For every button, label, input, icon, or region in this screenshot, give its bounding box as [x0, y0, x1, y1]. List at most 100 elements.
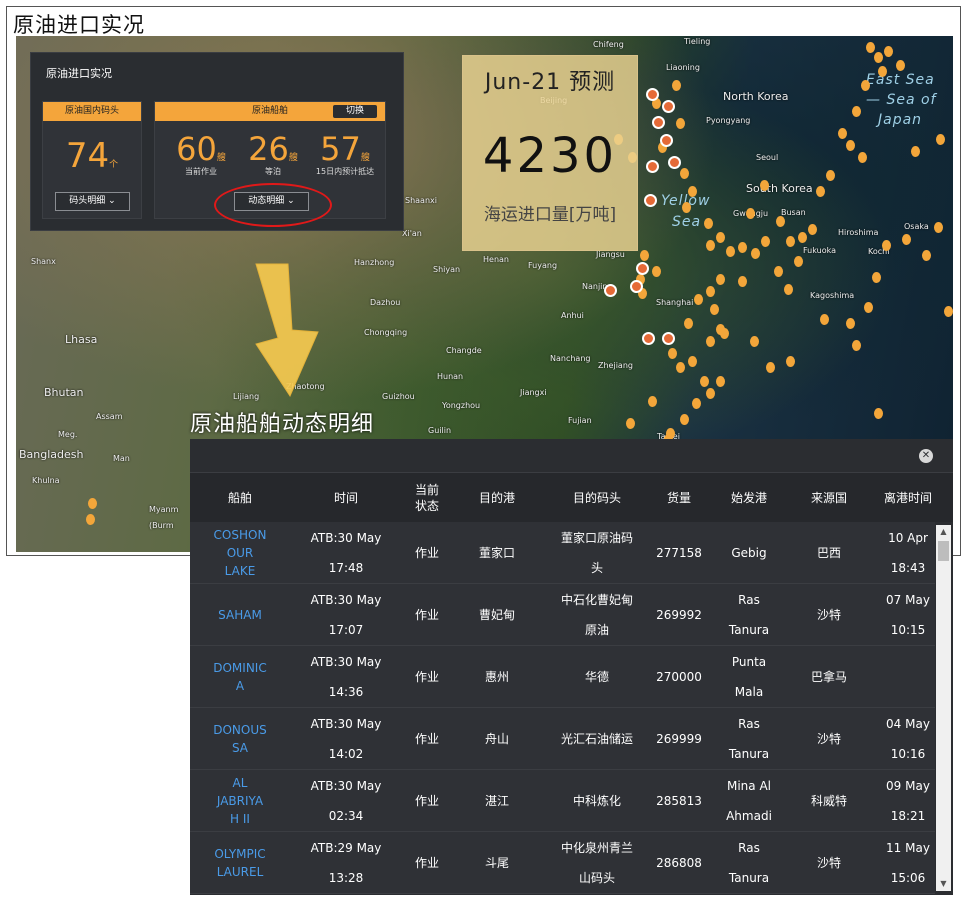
- ship-marker[interactable]: [652, 266, 661, 277]
- ship-marker[interactable]: [746, 208, 755, 219]
- ship-marker[interactable]: [706, 286, 715, 297]
- scroll-thumb[interactable]: [938, 541, 949, 561]
- ship-marker[interactable]: [676, 118, 685, 129]
- ship-marker[interactable]: [676, 362, 685, 373]
- ship-marker[interactable]: [858, 152, 867, 163]
- ship-marker[interactable]: [716, 232, 725, 243]
- ship-marker[interactable]: [684, 318, 693, 329]
- port-pin[interactable]: [646, 160, 659, 173]
- ship-marker[interactable]: [786, 236, 795, 247]
- ship-name[interactable]: DOMINIC A: [190, 646, 290, 708]
- ship-marker[interactable]: [720, 328, 729, 339]
- port-pin[interactable]: [646, 88, 659, 101]
- ship-marker[interactable]: [882, 240, 891, 251]
- ship-marker[interactable]: [936, 134, 945, 145]
- port-pin[interactable]: [668, 156, 681, 169]
- port-pin[interactable]: [652, 116, 665, 129]
- ship-marker[interactable]: [934, 222, 943, 233]
- ship-name[interactable]: AL JABRIYA H II: [190, 770, 290, 832]
- scroll-down-icon[interactable]: ▼: [936, 877, 951, 891]
- ship-marker[interactable]: [682, 202, 691, 213]
- ship-marker[interactable]: [751, 248, 760, 259]
- ship-marker[interactable]: [680, 414, 689, 425]
- ship-marker[interactable]: [738, 242, 747, 253]
- ship-marker[interactable]: [694, 294, 703, 305]
- ship-marker[interactable]: [716, 376, 725, 387]
- ship-marker[interactable]: [692, 398, 701, 409]
- table-row[interactable]: DONOUS SA ATB:30 May 14:02 作业 舟山 光汇石油储运 26999…: [190, 708, 935, 770]
- ship-marker[interactable]: [866, 42, 875, 53]
- close-icon[interactable]: ✕: [919, 449, 933, 463]
- ship-marker[interactable]: [874, 408, 883, 419]
- table-row[interactable]: AL JABRIYA H II ATB:30 May 02:34 作业 湛江 中科炼化 2…: [190, 770, 935, 832]
- ship-marker[interactable]: [846, 318, 855, 329]
- ship-marker[interactable]: [706, 240, 715, 251]
- ship-marker[interactable]: [774, 266, 783, 277]
- ship-marker[interactable]: [922, 250, 931, 261]
- ship-marker[interactable]: [766, 362, 775, 373]
- ship-marker[interactable]: [794, 256, 803, 267]
- table-row[interactable]: OLYMPIC LAUREL ATB:29 May 13:28 作业 斗尾 中化泉州青兰…: [190, 832, 935, 894]
- terminal-detail-dropdown[interactable]: 码头明细 ⌄: [55, 192, 130, 211]
- ship-marker[interactable]: [672, 80, 681, 91]
- scrollbar[interactable]: ▲ ▼: [936, 525, 951, 891]
- ship-marker[interactable]: [704, 218, 713, 229]
- ship-name[interactable]: SAHAM: [190, 584, 290, 646]
- table-row[interactable]: DOMINIC A ATB:30 May 14:36 作业 惠州 华德 270000 Pun…: [190, 646, 935, 708]
- port-pin[interactable]: [644, 194, 657, 207]
- ship-name[interactable]: DONOUS SA: [190, 708, 290, 770]
- ship-marker[interactable]: [846, 140, 855, 151]
- ship-marker[interactable]: [864, 302, 873, 313]
- ship-marker[interactable]: [786, 356, 795, 367]
- ship-marker[interactable]: [706, 336, 715, 347]
- ship-marker[interactable]: [710, 304, 719, 315]
- ship-marker[interactable]: [911, 146, 920, 157]
- port-pin[interactable]: [636, 262, 649, 275]
- ship-marker[interactable]: [648, 396, 657, 407]
- port-pin[interactable]: [662, 100, 675, 113]
- ship-marker[interactable]: [784, 284, 793, 295]
- ship-marker[interactable]: [808, 224, 817, 235]
- table-body[interactable]: COSHON OUR LAKE ATB:30 May 17:48 作业 董家口 董家口原…: [190, 522, 935, 895]
- port-pin[interactable]: [642, 332, 655, 345]
- ship-marker[interactable]: [874, 52, 883, 63]
- ship-marker[interactable]: [738, 276, 747, 287]
- ship-marker[interactable]: [826, 170, 835, 181]
- ship-marker[interactable]: [902, 234, 911, 245]
- ship-marker[interactable]: [716, 274, 725, 285]
- ship-name[interactable]: OLYMPIC LAUREL: [190, 832, 290, 894]
- ship-marker[interactable]: [680, 168, 689, 179]
- ship-marker[interactable]: [88, 498, 97, 509]
- ship-marker[interactable]: [706, 388, 715, 399]
- switch-button[interactable]: 切换: [333, 105, 377, 118]
- ship-marker[interactable]: [640, 250, 649, 261]
- ship-marker[interactable]: [798, 232, 807, 243]
- scroll-up-icon[interactable]: ▲: [936, 525, 951, 539]
- ship-marker[interactable]: [776, 216, 785, 227]
- ship-marker[interactable]: [760, 180, 769, 191]
- ship-marker[interactable]: [884, 46, 893, 57]
- ship-marker[interactable]: [816, 186, 825, 197]
- port-pin[interactable]: [604, 284, 617, 297]
- table-row[interactable]: COSHON OUR LAKE ATB:30 May 17:48 作业 董家口 董家口原…: [190, 522, 935, 584]
- ship-marker[interactable]: [872, 272, 881, 283]
- ship-marker[interactable]: [852, 340, 861, 351]
- ship-marker[interactable]: [688, 356, 697, 367]
- ship-marker[interactable]: [878, 66, 887, 77]
- ship-marker[interactable]: [861, 80, 870, 91]
- ship-name[interactable]: COSHON OUR LAKE: [190, 522, 290, 584]
- ship-marker[interactable]: [852, 106, 861, 117]
- ship-marker[interactable]: [750, 336, 759, 347]
- ship-marker[interactable]: [688, 186, 697, 197]
- port-pin[interactable]: [662, 332, 675, 345]
- ship-marker[interactable]: [726, 246, 735, 257]
- ship-marker[interactable]: [626, 418, 635, 429]
- port-pin[interactable]: [660, 134, 673, 147]
- ship-marker[interactable]: [820, 314, 829, 325]
- port-pin[interactable]: [630, 280, 643, 293]
- ship-marker[interactable]: [838, 128, 847, 139]
- ship-marker[interactable]: [761, 236, 770, 247]
- ship-marker[interactable]: [86, 514, 95, 525]
- ship-marker[interactable]: [944, 306, 953, 317]
- ship-marker[interactable]: [700, 376, 709, 387]
